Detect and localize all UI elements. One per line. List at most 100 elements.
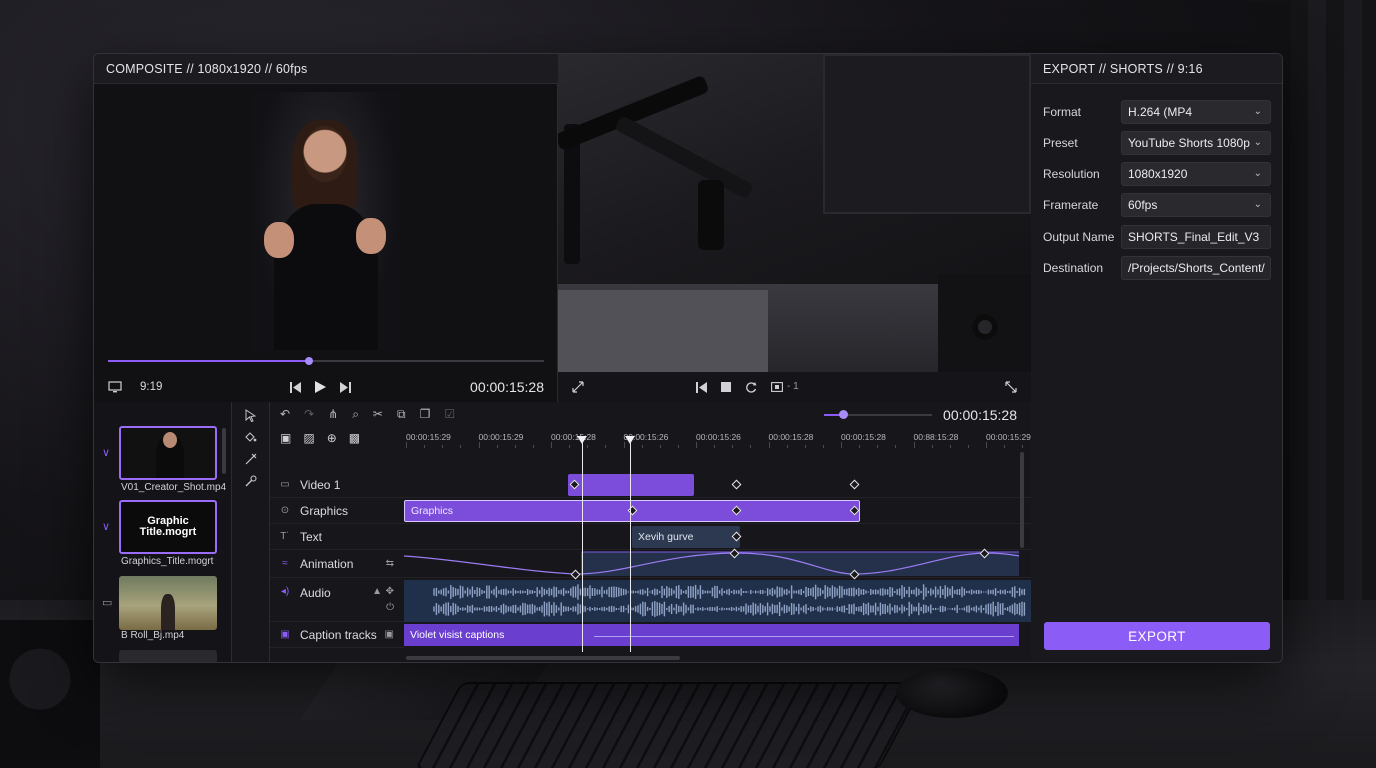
field-value: 1080x1920 xyxy=(1128,167,1188,181)
field-label: Preset xyxy=(1043,136,1078,150)
text-input[interactable]: /Projects/Shorts_Content/ xyxy=(1121,256,1271,280)
editor-window: COMPOSITE // 1080x1920 // 60fps 9:19 00:… xyxy=(93,53,1283,663)
ruler-tick xyxy=(714,445,715,448)
photo-icon[interactable]: ▩ xyxy=(349,432,360,444)
timeline-tracks-area[interactable]: 00:00:15:29 00:00:15:29 00:00:15:28 00:00:1… xyxy=(404,428,1031,662)
track-header-video-1[interactable]: ▭ Video 1 xyxy=(270,472,404,498)
program-wall-frame xyxy=(823,54,1031,214)
composite-scrub-handle[interactable] xyxy=(304,357,313,365)
timeline-horizontal-scrollbar[interactable] xyxy=(406,656,680,660)
copy-icon[interactable]: ⧉ xyxy=(397,408,406,420)
redo-icon[interactable]: ↷ xyxy=(304,408,314,420)
project-scrollbar[interactable] xyxy=(222,428,226,474)
razor-tool-icon[interactable] xyxy=(243,452,259,466)
caption-settings-icon[interactable]: ▣ xyxy=(385,629,394,640)
clip-thumbnail-creator-shot[interactable] xyxy=(119,426,217,480)
lane-audio[interactable] xyxy=(404,580,1031,622)
caption-clip[interactable]: Violet visist captions xyxy=(404,624,1019,646)
playhead[interactable] xyxy=(630,442,631,652)
timeline-panel: ↶ ↷ ⋔ ⌕ ✂ ⧉ ❐ ☑ 00:00:15:28 ▣ ▨ ⊕ ▩ ▭ Vi… xyxy=(270,402,1031,662)
dropdown-select[interactable]: 1080x1920 ⌄ xyxy=(1121,162,1271,186)
dropdown-select[interactable]: 60fps ⌄ xyxy=(1121,193,1271,217)
lane-video-1[interactable] xyxy=(404,472,1031,498)
field-label: Output Name xyxy=(1043,230,1115,244)
chevron-down-icon[interactable]: ∨ xyxy=(102,446,110,459)
skip-back-icon[interactable] xyxy=(696,381,707,393)
lane-animation[interactable] xyxy=(404,548,1031,580)
swap-icon[interactable]: ⇆ xyxy=(386,558,394,569)
duplicate-icon[interactable]: ❐ xyxy=(420,408,431,420)
program-box xyxy=(558,290,768,372)
caption-icon[interactable]: ▣ xyxy=(280,432,291,444)
power-icon[interactable]: ⏻ xyxy=(386,602,394,613)
creator-left-hand xyxy=(264,222,294,258)
layer-icon[interactable]: - 1 xyxy=(771,382,799,392)
export-button[interactable]: EXPORT xyxy=(1044,622,1270,650)
animation-curve[interactable] xyxy=(404,550,1031,578)
wrench-tool-icon[interactable] xyxy=(243,474,259,488)
chevron-down-icon[interactable]: ⌄ xyxy=(1254,137,1262,148)
zoom-in-icon[interactable]: ⊕ xyxy=(327,432,337,444)
video-clip[interactable] xyxy=(568,474,694,496)
shrink-icon[interactable] xyxy=(572,381,584,393)
text-input[interactable]: SHORTS_Final_Edit_V3 xyxy=(1121,225,1271,249)
clip-thumbnail-next[interactable] xyxy=(119,650,217,662)
ruler-tick xyxy=(786,445,788,448)
track-name: Caption tracks xyxy=(300,627,377,642)
export-field-output-name: Output Name SHORTS_Final_Edit_V3 xyxy=(1043,225,1271,249)
image-icon[interactable]: ▨ xyxy=(303,432,314,444)
play-icon[interactable] xyxy=(315,381,326,393)
creator-right-hand xyxy=(356,218,386,254)
track-header-graphics[interactable]: ⊙ Graphics xyxy=(270,498,404,524)
clip-thumbnail-graphics-title[interactable]: Graphic Title.mogrt xyxy=(119,500,217,554)
composite-timecode: 00:00:15:28 xyxy=(470,379,544,395)
stop-icon[interactable] xyxy=(721,382,731,392)
clip-thumbnail-b-roll[interactable] xyxy=(119,576,217,630)
link-icon[interactable]: ⌕ xyxy=(352,408,359,420)
clip-type-icon: ▭ xyxy=(102,597,113,609)
text-clip[interactable]: Xevih gurve xyxy=(632,526,740,548)
track-name: Audio xyxy=(300,586,331,600)
selection-tool-icon[interactable] xyxy=(243,408,259,422)
skip-back-icon[interactable] xyxy=(290,381,301,393)
fill-tool-icon[interactable] xyxy=(243,430,259,444)
dropdown-select[interactable]: H.264 (MP4 ⌄ xyxy=(1121,100,1271,124)
lane-text[interactable]: Xevih gurve xyxy=(404,524,1031,550)
ruler-tick xyxy=(877,445,878,448)
track-header-tools: ▣ ▨ ⊕ ▩ xyxy=(280,432,360,444)
audio-track-icon: ◂) xyxy=(280,586,290,597)
chevron-down-icon[interactable]: ⌄ xyxy=(1254,168,1262,179)
edit-icon[interactable]: ☑ xyxy=(444,408,455,420)
dropdown-select[interactable]: YouTube Shorts 1080p ⌄ xyxy=(1121,131,1271,155)
composite-video-frame[interactable] xyxy=(252,92,399,350)
ruler-tick xyxy=(514,445,516,448)
mute-icon[interactable]: ▲ xyxy=(372,586,382,597)
chevron-down-icon[interactable]: ∨ xyxy=(102,520,110,533)
track-header-caption-tracks[interactable]: ▣ Caption tracks ▣ xyxy=(270,622,404,648)
track-header-animation[interactable]: ≈ Animation ⇆ xyxy=(270,550,404,578)
undo-icon[interactable]: ↶ xyxy=(280,408,290,420)
monitor-icon[interactable] xyxy=(108,381,122,393)
export-field-framerate: Framerate 60fps ⌄ xyxy=(1043,193,1271,217)
skip-forward-icon[interactable] xyxy=(340,381,351,393)
timeline-vertical-scrollbar[interactable] xyxy=(1020,452,1024,548)
lane-graphics[interactable]: Graphics xyxy=(404,498,1031,524)
chevron-down-icon[interactable]: ⌄ xyxy=(1254,106,1262,117)
in-marker-line xyxy=(582,442,583,652)
track-name: Animation xyxy=(300,556,354,571)
loop-icon[interactable] xyxy=(745,381,757,393)
keyboard xyxy=(417,684,923,768)
chevron-down-icon[interactable]: ⌄ xyxy=(1254,199,1262,210)
move-icon[interactable]: ✥ xyxy=(386,586,394,597)
program-video-frame[interactable] xyxy=(558,54,1031,372)
track-header-audio[interactable]: ◂) Audio ▲ ✥ ⏻ xyxy=(270,578,404,622)
project-panel: ∨ V01_Creator_Shot.mp4 ∨ Graphic Title.m… xyxy=(94,402,232,662)
track-header-text[interactable]: T˙ Text xyxy=(270,524,404,550)
expand-icon[interactable] xyxy=(1005,381,1017,393)
cut-icon[interactable]: ✂ xyxy=(373,408,383,420)
ripple-icon[interactable]: ⋔ xyxy=(328,408,338,420)
keyframe[interactable] xyxy=(849,479,860,490)
field-label: Resolution xyxy=(1043,167,1100,181)
time-ruler[interactable]: 00:00:15:29 00:00:15:29 00:00:15:28 00:00:1… xyxy=(404,428,1031,448)
keyframe[interactable] xyxy=(731,479,742,490)
